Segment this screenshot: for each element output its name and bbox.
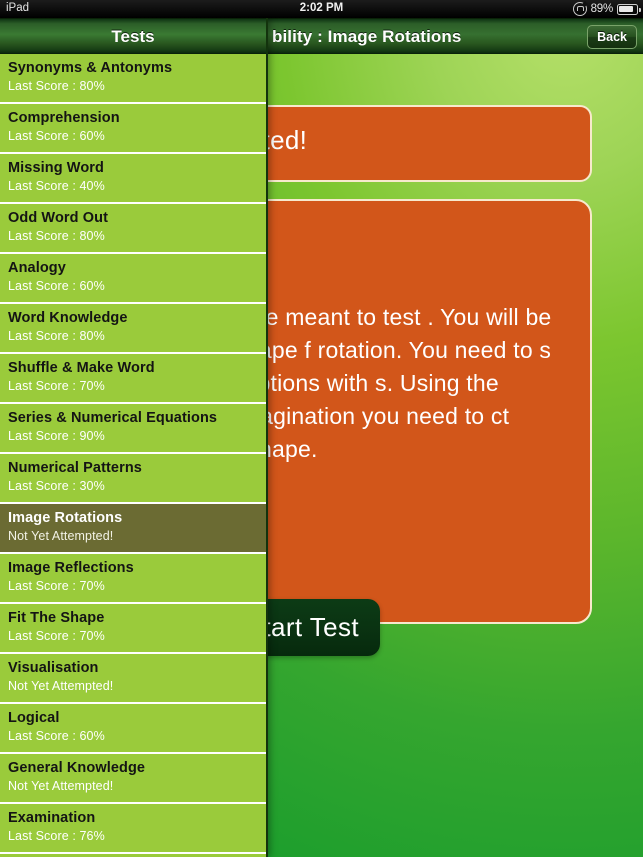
list-item-title: Visualisation bbox=[8, 660, 99, 676]
list-item-score: Last Score : 30% bbox=[8, 479, 105, 493]
sidebar-item-fit-the-shape[interactable]: Fit The Shape Last Score : 70% bbox=[0, 604, 266, 654]
sidebar-item-series-numerical-equations[interactable]: Series & Numerical Equations Last Score :… bbox=[0, 404, 266, 454]
list-item-title: Analogy bbox=[8, 260, 66, 276]
battery-icon bbox=[617, 3, 641, 15]
list-item-title: Logical bbox=[8, 710, 60, 726]
sidebar-item-image-reflections[interactable]: Image Reflections Last Score : 70% bbox=[0, 554, 266, 604]
sidebar-item-image-rotations[interactable]: Image Rotations Not Yet Attempted! bbox=[0, 504, 266, 554]
sidebar-item-word-knowledge[interactable]: Word Knowledge Last Score : 80% bbox=[0, 304, 266, 354]
tests-sidebar: Tests Synonyms & Antonyms Last Score : 80… bbox=[0, 18, 268, 857]
list-item-title: General Knowledge bbox=[8, 760, 146, 776]
list-item-score: Last Score : 60% bbox=[8, 129, 105, 143]
sidebar-header: Tests bbox=[0, 18, 266, 54]
list-item-title: Odd Word Out bbox=[8, 210, 108, 226]
list-item-title: Missing Word bbox=[8, 160, 104, 176]
tests-list[interactable]: Synonyms & Antonyms Last Score : 80% Compr… bbox=[0, 54, 266, 857]
sidebar-item-numerical-patterns[interactable]: Numerical Patterns Last Score : 30% bbox=[0, 454, 266, 504]
sidebar-item-general-knowledge[interactable]: General Knowledge Not Yet Attempted! bbox=[0, 754, 266, 804]
status-clock: 2:02 PM bbox=[299, 2, 344, 14]
sidebar-item-missing-word[interactable]: Missing Word Last Score : 40% bbox=[0, 154, 266, 204]
list-item-score: Last Score : 60% bbox=[8, 729, 105, 743]
list-item-title: Examination bbox=[8, 810, 96, 826]
list-item-score: Not Yet Attempted! bbox=[8, 679, 114, 693]
list-item-title: Synonyms & Antonyms bbox=[8, 60, 173, 76]
list-item-title: Image Rotations bbox=[8, 510, 123, 526]
ios-status-bar: iPad 2:02 PM 89% bbox=[0, 0, 643, 18]
list-item-score: Last Score : 70% bbox=[8, 579, 105, 593]
sidebar-item-odd-word-out[interactable]: Odd Word Out Last Score : 80% bbox=[0, 204, 266, 254]
list-item-title: Comprehension bbox=[8, 110, 120, 126]
page-title: bility : Image Rotations bbox=[272, 27, 462, 46]
list-item-score: Last Score : 40% bbox=[8, 179, 105, 193]
sidebar-item-shuffle-make-word[interactable]: Shuffle & Make Word Last Score : 70% bbox=[0, 354, 266, 404]
sidebar-item-synonyms-antonyms[interactable]: Synonyms & Antonyms Last Score : 80% bbox=[0, 54, 266, 104]
list-item-score: Not Yet Attempted! bbox=[8, 529, 114, 543]
list-item-score: Last Score : 70% bbox=[8, 379, 105, 393]
list-item-score: Last Score : 80% bbox=[8, 329, 105, 343]
list-item-score: Not Yet Attempted! bbox=[8, 779, 114, 793]
list-item-score: Last Score : 70% bbox=[8, 629, 105, 643]
status-right-group: 89% bbox=[572, 1, 641, 17]
list-item-title: Word Knowledge bbox=[8, 310, 128, 326]
sidebar-item-comprehension[interactable]: Comprehension Last Score : 60% bbox=[0, 104, 266, 154]
app-screen: iPad 2:02 PM 89% bility : Image Rotation… bbox=[0, 0, 643, 857]
list-item-title: Series & Numerical Equations bbox=[8, 410, 218, 426]
list-item-title: Shuffle & Make Word bbox=[8, 360, 155, 376]
list-item-score: Last Score : 80% bbox=[8, 229, 105, 243]
list-item-title: Numerical Patterns bbox=[8, 460, 142, 476]
list-item-score: Last Score : 80% bbox=[8, 79, 105, 93]
sidebar-item-examination[interactable]: Examination Last Score : 76% bbox=[0, 804, 266, 854]
rotation-lock-icon bbox=[572, 2, 587, 16]
list-item-score: Last Score : 60% bbox=[8, 279, 105, 293]
sidebar-item-visualisation[interactable]: Visualisation Not Yet Attempted! bbox=[0, 654, 266, 704]
list-item-title: Image Reflections bbox=[8, 560, 134, 576]
list-item-score: Last Score : 90% bbox=[8, 429, 105, 443]
sidebar-title: Tests bbox=[111, 27, 155, 46]
sidebar-item-analogy[interactable]: Analogy Last Score : 60% bbox=[0, 254, 266, 304]
sidebar-item-logical[interactable]: Logical Last Score : 60% bbox=[0, 704, 266, 754]
battery-percent-label: 89% bbox=[590, 3, 614, 15]
list-item-title: Fit The Shape bbox=[8, 610, 105, 626]
list-item-score: Last Score : 76% bbox=[8, 829, 105, 843]
back-button[interactable]: Back bbox=[587, 25, 637, 49]
